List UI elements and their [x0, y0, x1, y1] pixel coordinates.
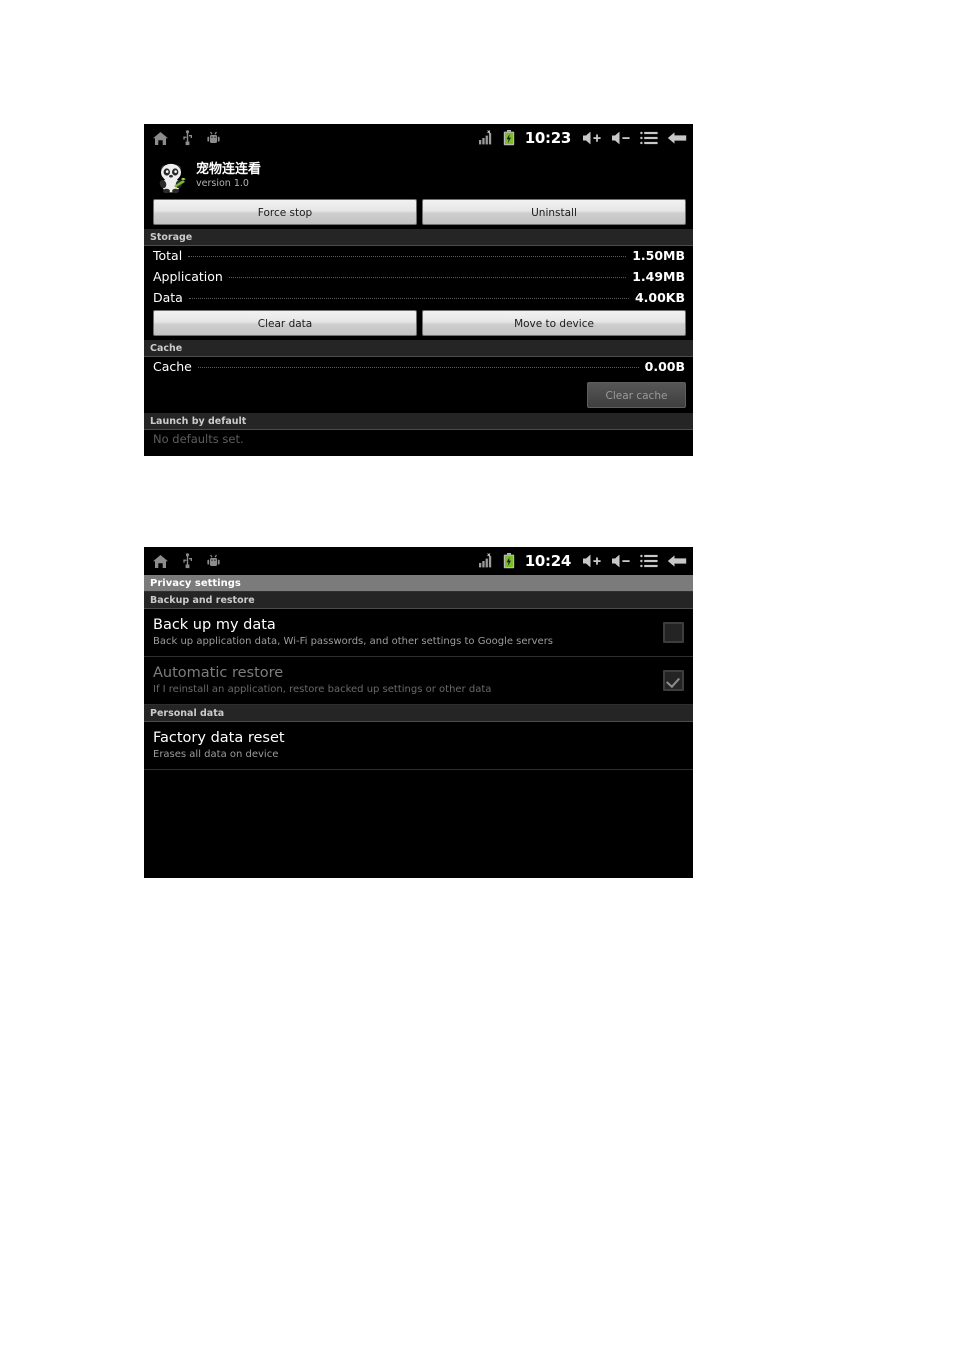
- app-action-buttons: Force stop Uninstall: [144, 198, 693, 229]
- signal-bars-no-service-icon: [478, 130, 494, 146]
- document-page: 10:23 宠物连连看 version 1.0 Force stop Unins…: [0, 0, 954, 1350]
- usb-icon: [182, 553, 193, 569]
- cache-value: 0.00B: [644, 359, 685, 374]
- storage-value: 4.00KB: [634, 290, 685, 305]
- launch-by-default-section-header: Launch by default: [144, 413, 693, 430]
- move-to-device-button[interactable]: Move to device: [422, 310, 686, 336]
- signal-bars-no-service-icon: [478, 553, 494, 569]
- app-version: version 1.0: [196, 178, 249, 189]
- volume-up-icon[interactable]: [582, 553, 602, 569]
- storage-row-application: Application 1.49MB: [144, 267, 693, 288]
- back-up-my-data-checkbox[interactable]: [663, 621, 684, 643]
- leader-dots: [197, 367, 639, 368]
- android-debug-icon: [206, 554, 221, 569]
- setting-title: Back up my data: [153, 617, 276, 633]
- setting-subtitle: Erases all data on device: [153, 749, 279, 760]
- volume-down-icon[interactable]: [611, 130, 631, 146]
- menu-icon[interactable]: [640, 131, 658, 145]
- back-arrow-icon[interactable]: [667, 131, 687, 145]
- cache-label: Cache: [153, 359, 192, 374]
- storage-value: 1.49MB: [632, 269, 685, 284]
- usb-icon: [182, 130, 193, 146]
- force-stop-button[interactable]: Force stop: [153, 199, 417, 225]
- home-icon[interactable]: [152, 554, 169, 569]
- android-debug-icon: [206, 131, 221, 146]
- setting-row-factory-data-reset[interactable]: Factory data reset Erases all data on de…: [144, 722, 693, 770]
- backup-and-restore-section-header: Backup and restore: [144, 592, 693, 609]
- setting-title: Factory data reset: [153, 730, 285, 746]
- storage-label: Application: [153, 269, 223, 284]
- cache-action-buttons: Clear cache: [144, 378, 693, 413]
- page-title: Privacy settings: [144, 575, 693, 592]
- setting-row-back-up-my-data[interactable]: Back up my data Back up application data…: [144, 609, 693, 657]
- storage-value: 1.50MB: [632, 248, 685, 263]
- setting-subtitle: Back up application data, Wi-Fi password…: [153, 636, 554, 647]
- android-app-info-screenshot: 10:23 宠物连连看 version 1.0 Force stop Unins…: [144, 124, 693, 456]
- battery-charging-icon: [503, 130, 515, 146]
- personal-data-section-header: Personal data: [144, 705, 693, 722]
- status-bar: 10:23: [144, 124, 693, 152]
- panda-app-icon: [152, 158, 188, 194]
- status-bar-clock: 10:23: [524, 129, 572, 147]
- leader-dots: [228, 277, 627, 278]
- automatic-restore-checkbox[interactable]: [663, 669, 684, 691]
- volume-down-icon[interactable]: [611, 553, 631, 569]
- setting-title: Automatic restore: [153, 665, 284, 681]
- no-defaults-set-text: No defaults set.: [153, 432, 244, 446]
- setting-row-automatic-restore[interactable]: Automatic restore If I reinstall an appl…: [144, 657, 693, 705]
- uninstall-button[interactable]: Uninstall: [422, 199, 686, 225]
- setting-subtitle: If I reinstall an application, restore b…: [153, 684, 492, 695]
- storage-row-data: Data 4.00KB: [144, 288, 693, 309]
- storage-action-buttons: Clear data Move to device: [144, 309, 693, 340]
- menu-icon[interactable]: [640, 554, 658, 568]
- clear-data-button[interactable]: Clear data: [153, 310, 417, 336]
- empty-list-area: [144, 770, 693, 878]
- storage-section-header: Storage: [144, 229, 693, 246]
- status-bar-clock: 10:24: [524, 552, 572, 570]
- app-name: 宠物连连看: [196, 162, 262, 177]
- storage-label: Total: [153, 248, 183, 263]
- cache-section-header: Cache: [144, 340, 693, 357]
- clear-cache-button[interactable]: Clear cache: [587, 382, 686, 408]
- storage-label: Data: [153, 290, 183, 305]
- storage-row-total: Total 1.50MB: [144, 246, 693, 267]
- leader-dots: [188, 256, 627, 257]
- leader-dots: [188, 298, 629, 299]
- android-privacy-settings-screenshot: 10:24 Privacy settings Backup and restor…: [144, 547, 693, 878]
- volume-up-icon[interactable]: [582, 130, 602, 146]
- app-header: 宠物连连看 version 1.0: [144, 152, 693, 198]
- status-bar: 10:24: [144, 547, 693, 575]
- home-icon[interactable]: [152, 131, 169, 146]
- back-arrow-icon[interactable]: [667, 554, 687, 568]
- cache-row: Cache 0.00B: [144, 357, 693, 378]
- battery-charging-icon: [503, 553, 515, 569]
